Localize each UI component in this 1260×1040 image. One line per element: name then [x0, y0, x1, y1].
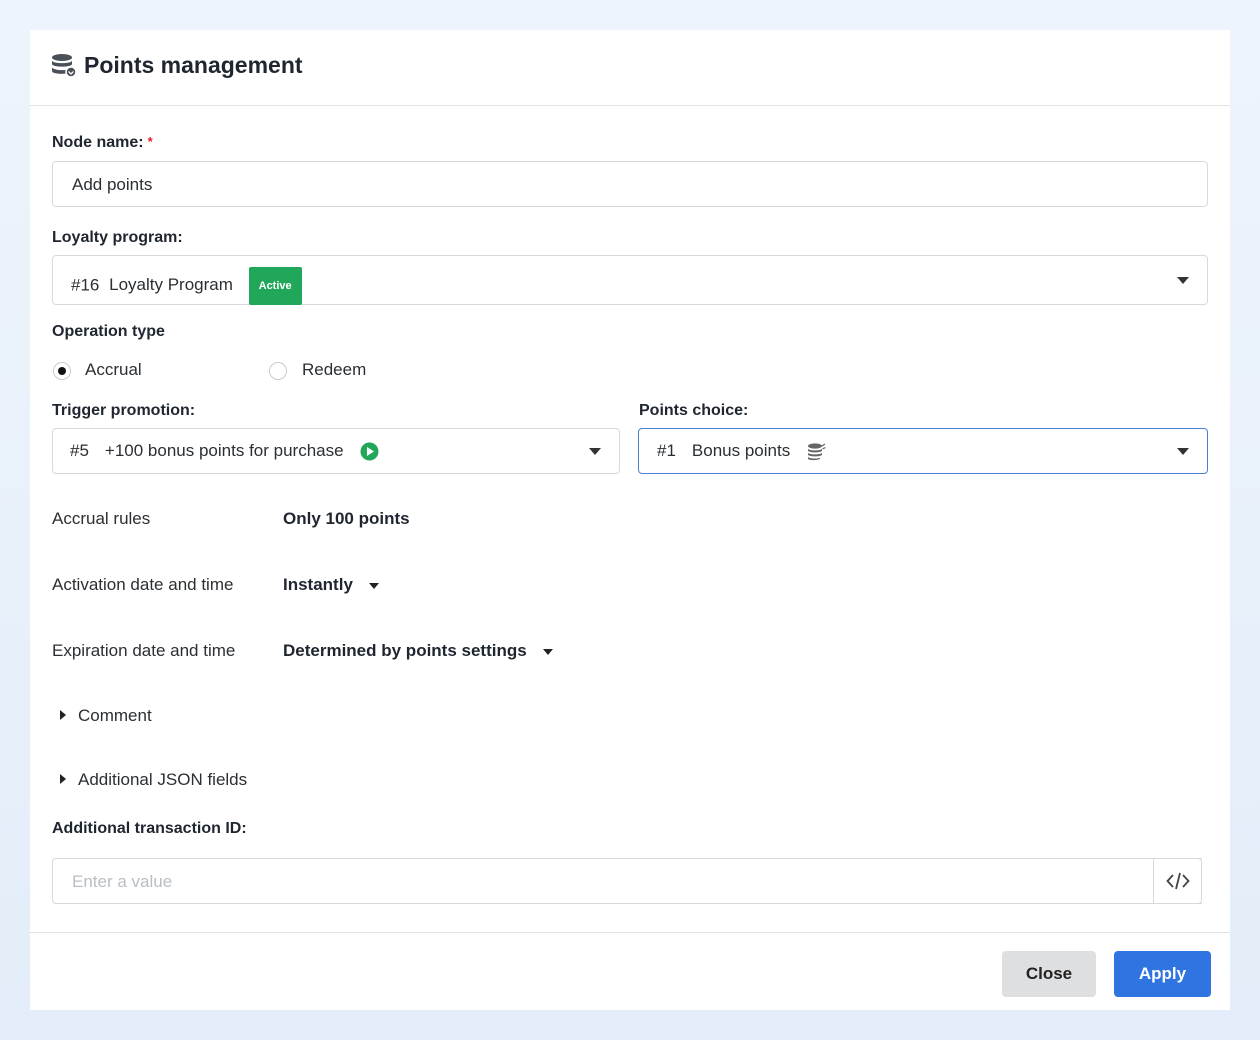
activation-dropdown[interactable]: Instantly: [283, 575, 379, 595]
trigger-promotion-select[interactable]: #5 +100 bonus points for purchase: [52, 428, 620, 474]
expiration-value: Determined by points settings: [283, 641, 527, 660]
status-badge: Active: [248, 267, 302, 305]
operation-type-label: Operation type: [52, 323, 165, 340]
close-button[interactable]: Close: [1002, 951, 1096, 997]
trigger-promotion-id: #5: [70, 441, 89, 460]
chevron-down-icon: [589, 448, 601, 455]
database-coins-icon: [52, 54, 77, 78]
activation-value: Instantly: [283, 575, 353, 594]
comment-label: Comment: [78, 706, 152, 725]
dialog-title: Points management: [84, 52, 303, 78]
points-choice-id: #1: [657, 441, 676, 460]
transaction-id-field[interactable]: [52, 858, 1202, 905]
node-name-input[interactable]: [70, 162, 1074, 208]
code-editor-button[interactable]: [1153, 858, 1202, 904]
loyalty-program-select[interactable]: #16 Loyalty Program Active: [52, 255, 1208, 305]
radio-accrual[interactable]: [53, 362, 71, 380]
json-fields-expander[interactable]: Additional JSON fields: [60, 770, 247, 790]
activation-label: Activation date and time: [52, 575, 234, 594]
expiration-label: Expiration date and time: [52, 641, 236, 660]
apply-button[interactable]: Apply: [1114, 951, 1211, 997]
code-icon: [1166, 872, 1190, 890]
caret-right-icon: [60, 710, 66, 720]
loyalty-program-id: #16: [71, 275, 100, 295]
trigger-promotion-name: +100 bonus points for purchase: [104, 441, 344, 460]
caret-down-icon: [542, 648, 553, 655]
coins-stack-icon: [808, 442, 826, 460]
points-choice-select[interactable]: #1 Bonus points: [638, 428, 1208, 474]
node-name-label: Node name: *: [52, 134, 153, 152]
caret-down-icon: [368, 582, 379, 589]
dialog-header: Points management: [30, 30, 1230, 106]
radio-accrual-label[interactable]: Accrual: [85, 360, 142, 380]
node-name-field[interactable]: [52, 161, 1208, 208]
node-name-label-text: Node name:: [52, 134, 144, 151]
radio-redeem[interactable]: [269, 362, 287, 380]
points-choice-label: Points choice:: [639, 402, 749, 419]
transaction-id-label: Additional transaction ID:: [52, 820, 247, 837]
chevron-down-icon: [1177, 448, 1189, 455]
loyalty-program-label: Loyalty program:: [52, 229, 183, 246]
radio-redeem-label[interactable]: Redeem: [302, 360, 366, 380]
json-fields-label: Additional JSON fields: [78, 770, 248, 789]
play-circle-icon: [360, 442, 379, 460]
caret-right-icon: [60, 774, 66, 784]
chevron-down-icon: [1177, 277, 1189, 284]
points-choice-name: Bonus points: [691, 441, 791, 460]
trigger-promotion-value: #5 +100 bonus points for purchase: [70, 439, 379, 463]
loyalty-program-name: Loyalty Program: [109, 275, 233, 295]
dialog-footer: Close Apply: [30, 932, 1230, 1011]
transaction-id-input[interactable]: [70, 859, 1074, 905]
expiration-dropdown[interactable]: Determined by points settings: [283, 641, 553, 661]
loyalty-program-value: #16 Loyalty Program Active: [71, 267, 302, 305]
trigger-promotion-label: Trigger promotion:: [52, 402, 196, 419]
accrual-rules-value: Only 100 points: [283, 509, 410, 528]
comment-expander[interactable]: Comment: [60, 706, 152, 726]
points-choice-value: #1 Bonus points: [657, 439, 826, 463]
accrual-rules-label: Accrual rules: [52, 509, 151, 528]
required-mark: *: [147, 134, 153, 149]
points-management-dialog: Points management Node name:* Loyalty pr…: [30, 30, 1230, 1010]
